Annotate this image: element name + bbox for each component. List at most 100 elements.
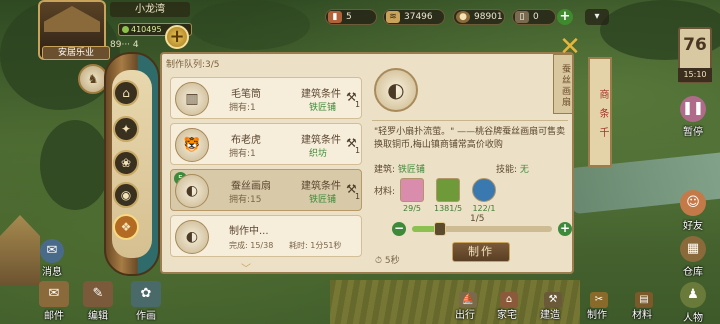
edit-icon: ✎ [83,281,113,307]
quantity-knob[interactable] [434,222,446,236]
recipe-card[interactable]: ▥ 毛笔筒 拥有:1 建筑条件 铁匠铺 ⚒ 1 [170,77,362,119]
building-value: 铁匠铺 [397,165,425,175]
people-label: 人物 [683,313,703,324]
quantity-count: 1/5 [470,214,485,224]
material-slot[interactable]: 1381/5 [434,178,462,213]
recipe-owned: 拥有:1 [229,103,256,113]
minus-button[interactable]: − [392,222,406,236]
divider [372,120,568,121]
friends-icon: ☺ [680,190,706,216]
tree [190,0,310,50]
brick-resource[interactable]: ▮ 5 [325,9,377,25]
material-count: 122/1 [472,204,496,213]
calendar[interactable]: 76 15:10 [678,27,712,83]
player-title: 安居乐业 [42,46,110,60]
quantity-slider[interactable] [412,222,552,236]
fan-icon: ◐ [175,174,209,208]
friends-button[interactable]: ☺ 好友 [670,190,716,232]
recipe-card-selected[interactable]: 5 ◐ 蚕丝画扇 拥有:15 建筑条件 铁匠铺 ⚒ 1 [170,169,362,211]
warehouse-button[interactable]: ▦ 仓库 [670,236,716,278]
nav-build[interactable]: 建造 [540,306,560,321]
pause-icon: ❚❚ [680,96,706,122]
material-count: 1381/5 [434,204,463,213]
category-tool-icon[interactable]: ✦ [113,116,139,142]
selected-tag: 蚕丝画扇 [553,54,573,114]
coin-icon: ≋ [386,11,400,23]
recipe-name: 布老虎 [231,135,261,146]
building-label: 建筑: [374,165,396,175]
craft-duration: ⏱ 5秒 [375,256,400,266]
ticket-resource[interactable]: ▯ 0 [512,9,556,25]
progress-name: 制作中... [229,226,269,237]
people-icon: ♟ [680,282,706,308]
copper-icon: ● [456,11,470,23]
hammer-count: 1 [355,192,361,201]
copper-count: 98901 [474,12,503,22]
duration-value: 5秒 [384,256,400,266]
hammer-count: 1 [355,100,361,109]
edit-label: 编辑 [88,311,108,322]
recipe-building: 铁匠铺 [309,195,337,205]
message-button[interactable]: ✉ 消息 [32,239,72,278]
cloth-tiger-icon: 🐯 [175,128,209,162]
chevron-down-icon[interactable]: ▾ [585,9,609,25]
progress-time: 耗时: 1分51秒 [289,241,342,250]
category-craft-icon[interactable]: ❖ [113,214,139,240]
people-button[interactable]: ♟ 人物 [670,282,716,324]
mail-button[interactable]: ✉ 邮件 [34,281,74,322]
recipe-condition: 建筑条件 [301,135,341,146]
recipe-owned: 拥有:1 [229,149,256,159]
message-label: 消息 [42,267,62,278]
category-all-icon[interactable]: ⌂ [113,80,139,106]
work-label: 作画 [136,311,156,322]
recipe-condition: 建筑条件 [301,89,341,100]
nav-material[interactable]: 材料 [632,306,652,321]
player-name: 小龙湾 [110,2,190,17]
chevron-down-icon[interactable]: ﹀ [241,260,251,275]
fan-icon: ◐ [175,220,209,254]
recipe-card[interactable]: 🐯 布老虎 拥有:1 建筑条件 织坊 ⚒ 1 [170,123,362,165]
dye-icon [472,178,496,202]
add-button[interactable]: + [165,25,189,49]
coin-resource[interactable]: ≋ 37496 [383,9,445,25]
recharge-button[interactable]: + [557,9,573,25]
shop-banner[interactable]: 商 条 千 [588,57,612,167]
skill-value: 无 [519,165,529,175]
item-description: "轻罗小扇扑流萤。" ——桃谷牌蚕丝画扇可售卖换取铜币,梅山镇商铺常高价收购 [374,127,566,150]
warehouse-label: 仓库 [683,267,703,278]
warehouse-icon: ▦ [680,236,706,262]
fabric-icon [400,178,424,202]
fan-icon: ◐ [374,68,418,112]
exp-icon [122,26,129,33]
ticket-count: 0 [533,12,539,22]
exp-value: 410495 [131,25,162,34]
hammer-count: 1 [355,146,361,155]
nav-craft[interactable]: 制作 [587,306,607,321]
pause-button[interactable]: ❚❚ 暂停 [670,96,716,138]
material-slot[interactable]: 29/5 [398,178,426,213]
coin-count: 37496 [404,12,433,22]
progress-done: 完成: 15/38 [229,241,274,250]
category-food-icon[interactable]: ◉ [113,182,139,208]
brick-count: 5 [346,12,352,22]
plus-button[interactable]: + [558,222,572,236]
recipe-name: 毛笔筒 [231,89,261,100]
in-progress-card[interactable]: ◐ 制作中... 完成: 15/38 耗时: 1分51秒 [170,215,362,257]
copper-resource[interactable]: ● 98901 [453,9,505,25]
ticket-icon: ▯ [515,11,529,23]
materials-label: 材料: [374,187,396,197]
material-slot[interactable]: 122/1 [470,178,498,213]
paint-icon: ✿ [131,281,161,307]
recipe-name: 蚕丝画扇 [231,181,271,192]
work-button[interactable]: ✿ 作画 [126,281,166,322]
make-button[interactable]: 制作 [452,242,510,262]
tree [40,120,110,210]
nav-travel[interactable]: 出行 [455,306,475,321]
recipe-list[interactable]: ▥ 毛笔筒 拥有:1 建筑条件 铁匠铺 ⚒ 1 🐯 布老虎 拥有:1 建筑条件 … [166,69,366,269]
friends-label: 好友 [683,221,703,232]
calendar-time: 15:10 [678,68,712,82]
category-cloth-icon[interactable]: ❀ [113,150,139,176]
nav-home[interactable]: 家宅 [497,306,517,321]
message-icon: ✉ [40,239,64,263]
edit-button[interactable]: ✎ 编辑 [78,281,118,322]
